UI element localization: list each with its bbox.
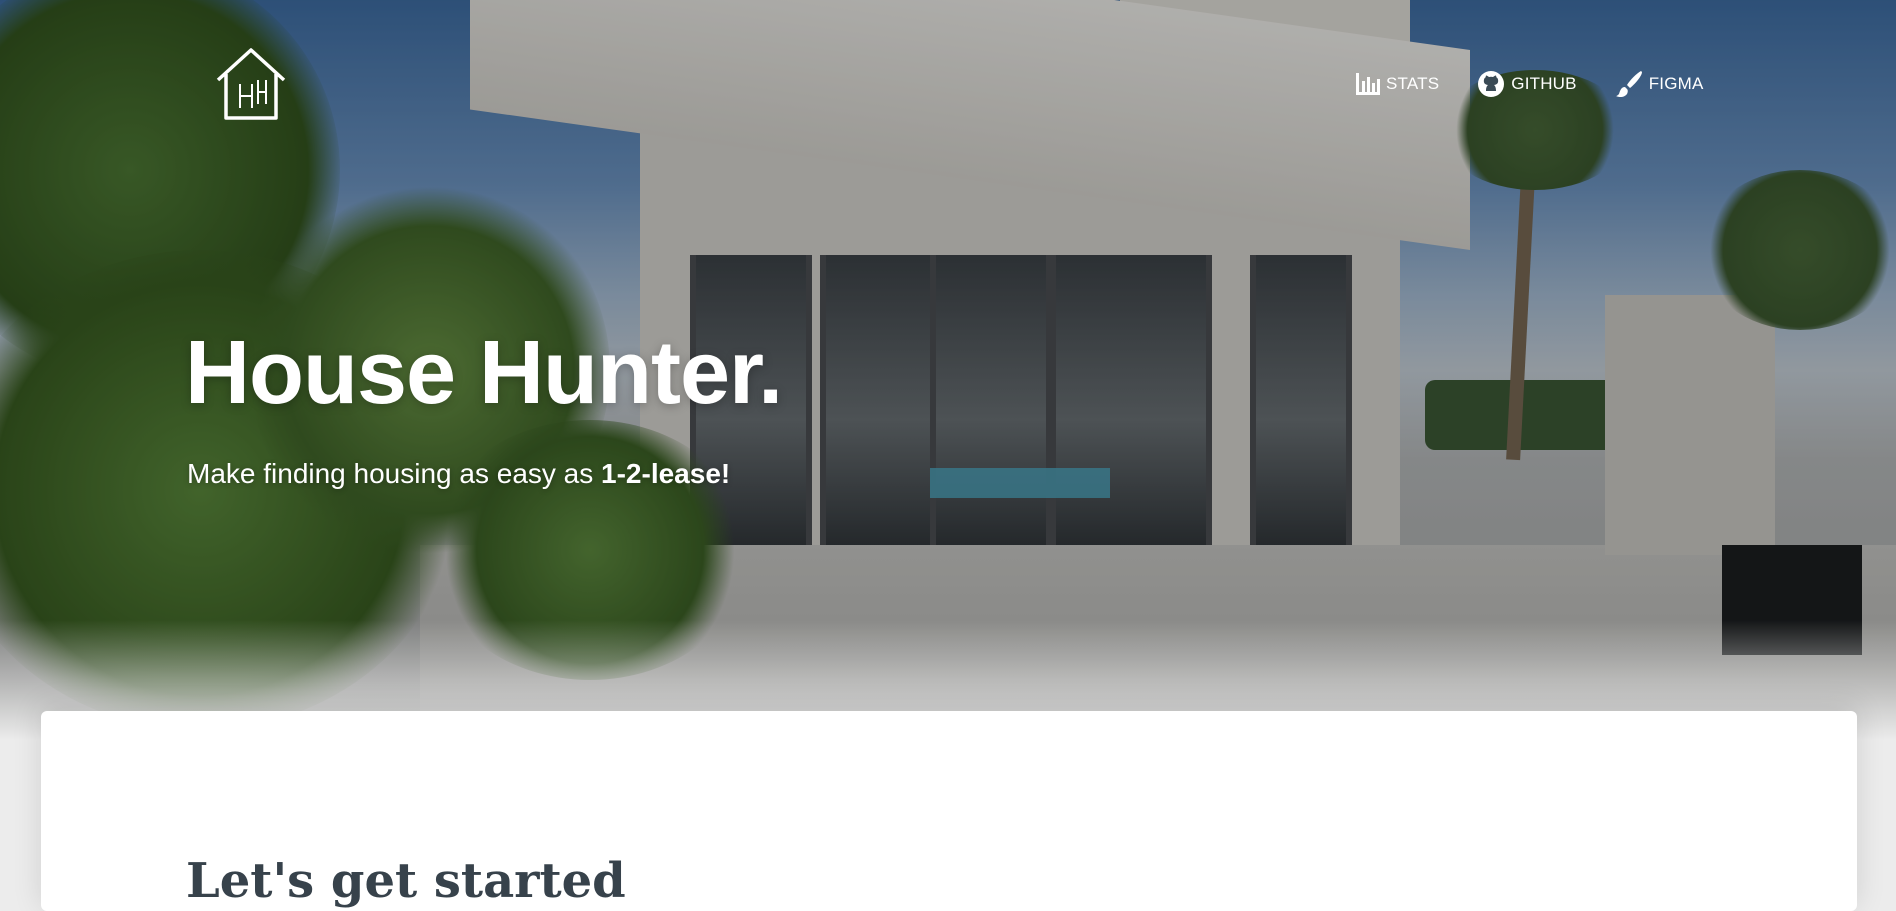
nav-stats-link[interactable]: STATS xyxy=(1356,73,1439,95)
bar-chart-icon xyxy=(1356,73,1380,95)
top-nav: STATS GITHUB FIGMA xyxy=(1356,70,1704,98)
hero-title: House Hunter. xyxy=(185,323,783,423)
paintbrush-icon xyxy=(1615,71,1642,98)
hero-subtitle-emphasis: 1-2-lease! xyxy=(601,458,731,489)
nav-figma-link[interactable]: FIGMA xyxy=(1615,70,1704,98)
content-card: Let's get started xyxy=(41,711,1857,911)
hero-subtitle: Make finding housing as easy as 1-2-leas… xyxy=(187,458,730,490)
hero-subtitle-text: Make finding housing as easy as xyxy=(187,458,602,489)
nav-stats-label: STATS xyxy=(1386,74,1440,93)
nav-github-link[interactable]: GITHUB xyxy=(1477,70,1577,98)
github-icon xyxy=(1478,71,1505,97)
nav-github-label: GITHUB xyxy=(1511,74,1577,93)
house-hh-logo-icon[interactable] xyxy=(212,44,290,122)
section-heading: Let's get started xyxy=(186,853,626,909)
nav-figma-label: FIGMA xyxy=(1648,74,1704,93)
